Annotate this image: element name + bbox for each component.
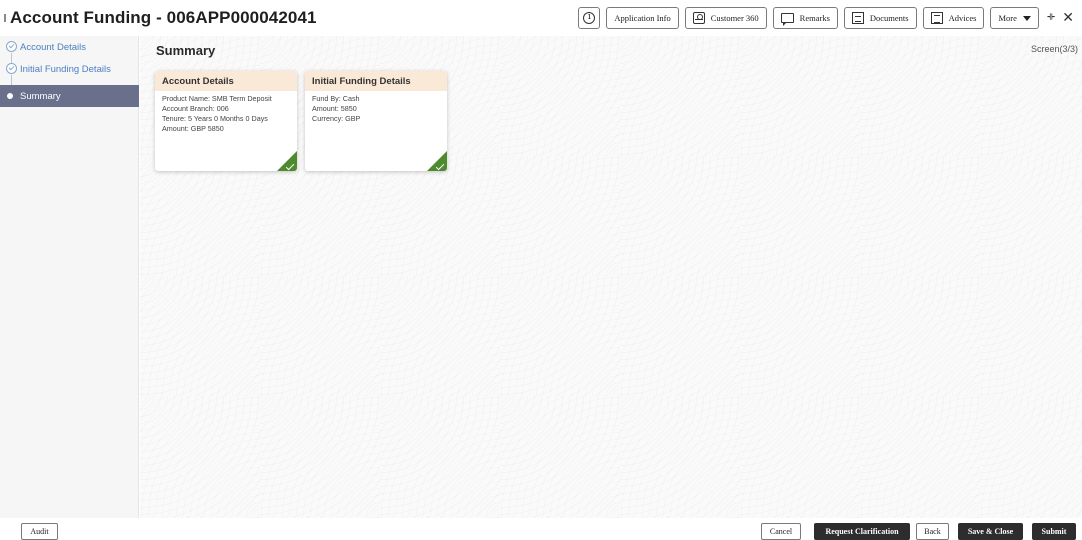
step-account-details[interactable]: Account Details [0, 36, 139, 58]
step-summary[interactable]: Summary [0, 85, 139, 107]
card-title: Account Details [155, 71, 297, 91]
step-initial-funding-details[interactable]: Initial Funding Details [0, 58, 139, 80]
main-content: Summary Screen(3/3) Account Details Prod… [140, 36, 1082, 518]
person-card-icon [692, 12, 705, 24]
minimize-icon[interactable]: ⌟⌞ ⌝⌜ [1047, 9, 1055, 27]
caret-down-icon [1022, 15, 1031, 21]
page-header: Account Funding - 006APP000042041 Applic… [0, 0, 1082, 36]
step-label: Summary [20, 90, 61, 102]
submit-button[interactable]: Submit [1032, 523, 1076, 540]
card-line: Fund By: Cash [312, 94, 360, 103]
window-controls: ⌟⌞ ⌝⌜ ✕ [1047, 9, 1074, 27]
screen-indicator: Screen(3/3) [1030, 44, 1078, 54]
application-info-label: Application Info [614, 13, 671, 23]
steps-sidebar: Account Details Initial Funding Details … [0, 36, 139, 518]
card-line: Account Branch: 006 [162, 104, 229, 113]
card-body: Product Name: SMB Term Deposit Account B… [155, 91, 297, 137]
request-clarification-button[interactable]: Request Clarification [814, 523, 910, 540]
advices-button[interactable]: Advices [922, 7, 985, 29]
documents-button[interactable]: Documents [843, 7, 917, 29]
more-button[interactable]: More [990, 7, 1039, 29]
summary-card-account-details[interactable]: Account Details Product Name: SMB Term D… [155, 71, 297, 171]
title-marker [4, 14, 6, 22]
application-info-button[interactable]: Application Info [606, 7, 679, 29]
close-icon[interactable]: ✕ [1062, 10, 1074, 26]
card-line: Product Name: SMB Term Deposit [162, 94, 272, 103]
documents-icon [851, 12, 864, 24]
more-label: More [998, 13, 1017, 23]
customer-360-button[interactable]: Customer 360 [684, 7, 767, 29]
remarks-label: Remarks [799, 13, 830, 23]
advices-label: Advices [948, 13, 977, 23]
summary-card-initial-funding[interactable]: Initial Funding Details Fund By: Cash Am… [305, 71, 447, 171]
advices-icon [930, 12, 943, 24]
step-label: Account Details [20, 41, 87, 53]
card-line: Tenure: 5 Years 0 Months 0 Days [162, 114, 268, 123]
check-circle-icon [6, 41, 17, 52]
customer-360-label: Customer 360 [710, 13, 759, 23]
active-dot-icon [7, 93, 13, 99]
remarks-button[interactable]: Remarks [772, 7, 838, 29]
card-title: Initial Funding Details [305, 71, 447, 91]
info-button[interactable] [578, 7, 601, 29]
cancel-button[interactable]: Cancel [761, 523, 801, 540]
card-line: Currency: GBP [312, 114, 361, 123]
audit-button[interactable]: Audit [21, 523, 58, 540]
chat-icon [780, 13, 794, 26]
title-wrap: Account Funding - 006APP000042041 [0, 8, 317, 28]
back-button[interactable]: Back [916, 523, 949, 540]
card-body: Fund By: Cash Amount: 5850 Currency: GBP [305, 91, 447, 127]
step-label: Initial Funding Details [20, 63, 111, 75]
section-title: Summary [156, 43, 216, 58]
check-circle-icon [6, 63, 17, 74]
info-icon [583, 12, 596, 24]
page-title: Account Funding - 006APP000042041 [10, 8, 317, 27]
header-toolbar: Application Info Customer 360 Remarks Do… [578, 7, 1074, 29]
card-line: Amount: 5850 [312, 104, 357, 113]
card-line: Amount: GBP 5850 [162, 124, 224, 133]
documents-label: Documents [869, 13, 909, 23]
save-close-button[interactable]: Save & Close [958, 523, 1023, 540]
action-footer: Audit Cancel Request Clarification Back … [0, 518, 1082, 540]
